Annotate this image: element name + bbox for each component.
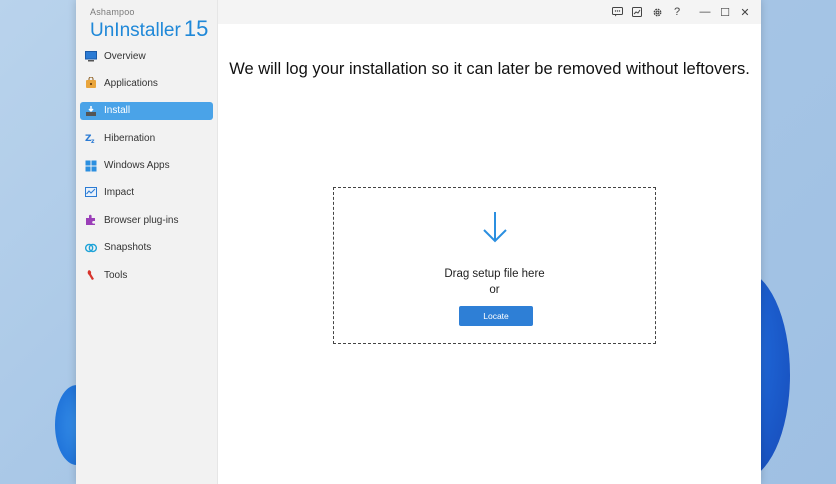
install-icon bbox=[85, 105, 97, 117]
drop-instructions: Drag setup file here or bbox=[334, 266, 655, 298]
sidebar-item-label: Overview bbox=[104, 50, 146, 62]
sidebar-item-hibernation[interactable]: Zz Hibernation bbox=[80, 129, 213, 147]
svg-text:z: z bbox=[91, 138, 95, 144]
settings-button[interactable] bbox=[647, 2, 667, 22]
sidebar-item-applications[interactable]: Applications bbox=[80, 74, 213, 92]
help-button[interactable]: ? bbox=[667, 2, 687, 22]
sidebar-item-browser-plugins[interactable]: Browser plug-ins bbox=[80, 211, 213, 229]
sidebar-item-label: Browser plug-ins bbox=[104, 214, 179, 226]
news-button[interactable] bbox=[627, 2, 647, 22]
sidebar-item-install[interactable]: Install bbox=[80, 101, 213, 120]
brand-version: 15 bbox=[183, 16, 209, 41]
sidebar-nav: Overview Applications Install Zz Hiberna… bbox=[80, 47, 213, 294]
news-icon bbox=[632, 7, 642, 17]
impact-icon bbox=[85, 187, 97, 199]
sidebar-item-overview[interactable]: Overview bbox=[80, 47, 213, 65]
feedback-button[interactable] bbox=[607, 2, 627, 22]
sidebar-item-impact[interactable]: Impact bbox=[80, 184, 213, 202]
sidebar: Ashampoo UnInstaller 15 Overview Applicat… bbox=[76, 0, 218, 484]
sidebar-item-label: Windows Apps bbox=[104, 160, 170, 172]
browser-plugins-icon bbox=[85, 214, 97, 226]
hibernation-icon: Zz bbox=[85, 132, 97, 144]
main-content: ? — ☐ ✕ We will log your installation so… bbox=[218, 0, 761, 484]
sidebar-item-label: Applications bbox=[104, 77, 158, 89]
close-button[interactable]: ✕ bbox=[735, 2, 755, 22]
sidebar-item-tools[interactable]: Tools bbox=[80, 266, 213, 284]
arrow-down-icon bbox=[482, 211, 508, 248]
drop-zone[interactable]: Drag setup file here or Locate bbox=[333, 187, 656, 344]
snapshots-icon bbox=[85, 242, 97, 254]
feedback-icon bbox=[611, 7, 623, 17]
drop-text-primary: Drag setup file here bbox=[444, 268, 545, 280]
sidebar-item-label: Hibernation bbox=[104, 132, 156, 144]
tools-icon bbox=[85, 269, 97, 281]
minimize-button[interactable]: — bbox=[695, 2, 715, 22]
sidebar-item-label: Tools bbox=[104, 269, 128, 281]
page-title: We will log your installation so it can … bbox=[229, 60, 750, 78]
sidebar-item-label: Install bbox=[104, 105, 131, 117]
sidebar-item-label: Impact bbox=[104, 187, 135, 199]
sidebar-item-snapshots[interactable]: Snapshots bbox=[80, 239, 213, 257]
sidebar-item-label: Snapshots bbox=[104, 242, 152, 254]
title-bar: ? — ☐ ✕ bbox=[218, 0, 761, 24]
app-window: Ashampoo UnInstaller 15 Overview Applicat… bbox=[76, 0, 761, 484]
overview-icon bbox=[85, 50, 97, 62]
settings-icon bbox=[653, 8, 661, 16]
brand-name: UnInstaller bbox=[90, 20, 181, 41]
maximize-button[interactable]: ☐ bbox=[715, 2, 735, 22]
applications-icon bbox=[85, 77, 97, 89]
app-logo: Ashampoo UnInstaller 15 bbox=[90, 7, 208, 42]
sidebar-item-windows-apps[interactable]: Windows Apps bbox=[80, 157, 213, 175]
drop-text-or: or bbox=[489, 284, 500, 296]
windows-apps-icon bbox=[85, 160, 97, 172]
locate-button[interactable]: Locate bbox=[459, 306, 533, 326]
